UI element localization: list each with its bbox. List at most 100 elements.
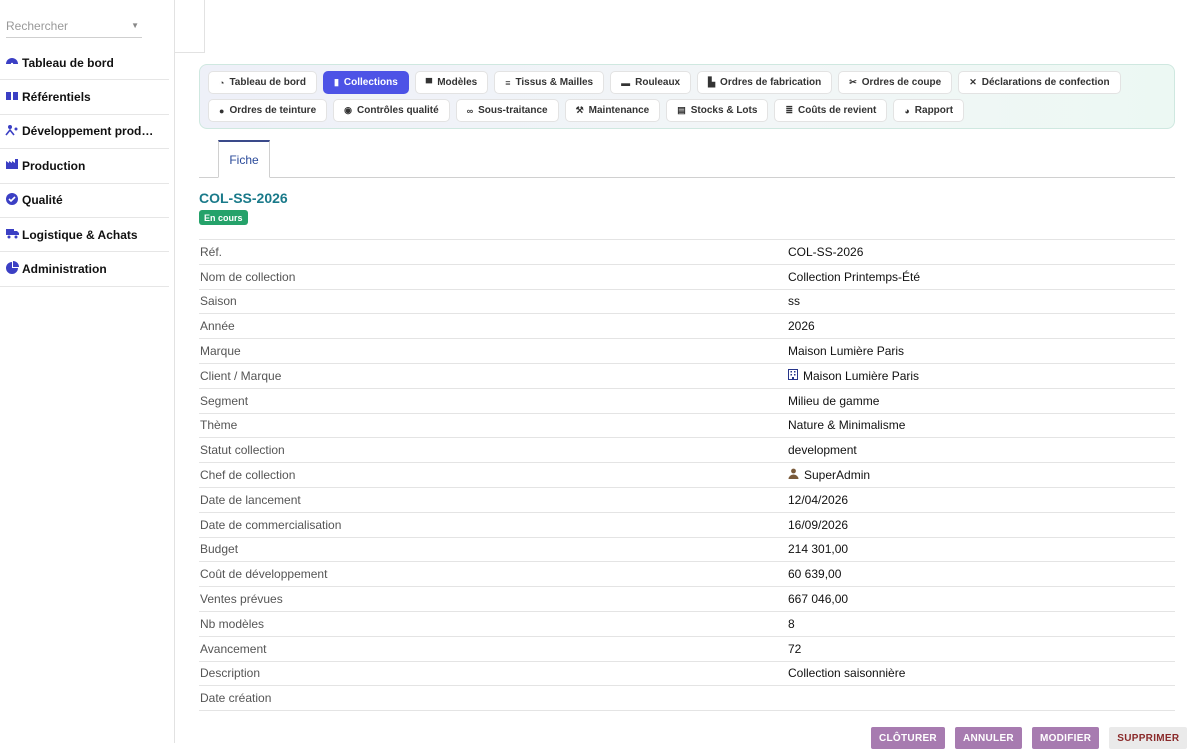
- sidebar-item-check-circle[interactable]: Qualité: [0, 184, 169, 218]
- tab-label: Rouleaux: [635, 77, 681, 88]
- table-row: Client / Marque Maison Lumière Paris: [199, 363, 1175, 388]
- factory-icon: [5, 157, 19, 174]
- tab-label: Ordres de fabrication: [720, 77, 822, 88]
- property-value: Maison Lumière Paris: [788, 344, 905, 359]
- book-icon: ▮: [333, 77, 339, 87]
- property-value: Collection saisonnière: [788, 666, 906, 681]
- property-label: Client / Marque: [200, 368, 282, 383]
- table-row: Année 2026: [199, 313, 1175, 339]
- tab-ordres-de-teinture[interactable]: ● Ordres de teinture: [208, 99, 328, 122]
- sidebar-item-truck[interactable]: Logistique & Achats: [0, 218, 169, 253]
- property-label: Budget: [200, 542, 239, 557]
- search-placeholder: Rechercher: [6, 18, 69, 33]
- people-icon: [5, 123, 19, 140]
- table-row: Date de commercialisation 16/09/2026: [199, 512, 1175, 537]
- table-row: Coût de développement 60 639,00: [199, 561, 1175, 587]
- properties-table: Réf. COL-SS-2026 Nom de collection Collecti…: [199, 239, 1175, 711]
- tab-stocks-lots[interactable]: ▤ Stocks & Lots: [666, 99, 769, 122]
- tab-modeles[interactable]: ▀ Modèles: [414, 71, 489, 94]
- tab-rapport[interactable]: ◕ Rapport: [893, 99, 965, 122]
- property-label: Ventes prévues: [200, 592, 283, 607]
- tab-label: Sous-traitance: [478, 105, 548, 116]
- table-row: Avancement 72: [199, 636, 1175, 661]
- tab-label: Tissus & Mailles: [515, 77, 594, 88]
- dashboard-icon: [5, 54, 19, 71]
- property-label: Statut collection: [200, 443, 285, 458]
- roll-icon: ▬: [621, 77, 631, 88]
- factory-icon: ▙: [708, 77, 716, 87]
- check-circle-icon: [5, 192, 19, 209]
- sidebar-item-factory[interactable]: Production: [0, 149, 169, 184]
- tab-label: Déclarations de confection: [981, 77, 1110, 88]
- property-value: Collection Printemps-Été: [788, 269, 921, 284]
- tab-label: Contrôles qualité: [357, 105, 439, 116]
- sidebar-item-label: Référentiels: [22, 90, 91, 105]
- tab-fiche[interactable]: Fiche: [218, 140, 270, 178]
- tab-couts-de-revient[interactable]: ≣ Coûts de revient: [774, 99, 888, 122]
- property-label: Date création: [200, 691, 272, 706]
- sidebar-item-dashboard[interactable]: Tableau de bord: [0, 46, 169, 81]
- cancel-button[interactable]: ANNULER: [954, 727, 1022, 749]
- property-label: Date de lancement: [200, 492, 301, 507]
- table-row: Segment Milieu de gamme: [199, 388, 1175, 413]
- property-value: Nature & Minimalisme: [788, 418, 906, 433]
- dashboard-icon: ◔: [219, 77, 225, 88]
- property-value: ss: [788, 294, 800, 309]
- property-value[interactable]: Maison Lumière Paris: [787, 363, 1175, 388]
- tab-tableau-de-bord[interactable]: ◔ Tableau de bord: [208, 71, 317, 94]
- coins-icon: ≣: [785, 105, 793, 115]
- tab-maintenance[interactable]: ⚒ Maintenance: [564, 99, 661, 122]
- sidebar: Rechercher ▼ Tableau de bord Référentiels…: [0, 0, 175, 743]
- status-badge: En cours: [199, 210, 248, 225]
- warehouse-icon: ▤: [677, 105, 686, 115]
- tab-label: Ordres de coupe: [861, 77, 942, 88]
- book-icon: [5, 89, 19, 106]
- property-link-text: SuperAdmin: [804, 468, 871, 483]
- table-row: Réf. COL-SS-2026: [199, 239, 1175, 265]
- sidebar-item-label: Qualité: [22, 193, 63, 208]
- handshake-icon: ∞: [466, 105, 474, 116]
- property-value[interactable]: SuperAdmin: [787, 463, 1175, 488]
- sidebar-item-label: Développement prod…: [22, 124, 154, 139]
- tab-controles-qualite[interactable]: ◉ Contrôles qualité: [333, 99, 450, 122]
- tab-sous-traitance[interactable]: ∞ Sous-traitance: [455, 99, 559, 122]
- tools-icon: ✕: [969, 77, 977, 87]
- chevron-down-icon: ▼: [131, 21, 139, 30]
- property-value: 2026: [788, 319, 815, 334]
- wrench-icon: ⚒: [575, 105, 584, 115]
- table-row: Chef de collection SuperAdmin: [199, 462, 1175, 488]
- building-icon: [788, 368, 798, 383]
- tab-declarations-de-confection[interactable]: ✕ Déclarations de confection: [958, 71, 1121, 94]
- tab-label: Ordres de teinture: [229, 105, 317, 116]
- property-value: 667 046,00: [788, 592, 849, 607]
- user-icon: [788, 468, 799, 482]
- edit-button[interactable]: MODIFIER: [1031, 727, 1100, 749]
- sidebar-item-people[interactable]: Développement prod…: [0, 115, 169, 150]
- property-value: 16/09/2026: [788, 517, 849, 532]
- search-select[interactable]: Rechercher ▼: [6, 14, 142, 38]
- tab-label: Maintenance: [588, 105, 650, 116]
- property-value: 8: [788, 616, 795, 631]
- action-bar: CLÔTURER ANNULER MODIFIER SUPPRIMER: [871, 727, 1188, 749]
- tab-tissus-mailles[interactable]: ≡ Tissus & Mailles: [494, 71, 605, 94]
- tab-ordres-de-fabrication[interactable]: ▙ Ordres de fabrication: [697, 71, 833, 94]
- property-value: 60 639,00: [788, 567, 842, 582]
- delete-button[interactable]: SUPPRIMER: [1109, 727, 1188, 749]
- tab-collections[interactable]: ▮ Collections: [322, 71, 409, 94]
- table-row: Statut collection development: [199, 437, 1175, 463]
- sidebar-menu: Tableau de bord Référentiels Développement…: [0, 46, 169, 287]
- property-label: Date de commercialisation: [200, 517, 342, 532]
- property-label: Nb modèles: [200, 616, 265, 631]
- tab-rouleaux[interactable]: ▬ Rouleaux: [610, 71, 692, 94]
- sidebar-item-pie-chart[interactable]: Administration: [0, 252, 169, 287]
- table-row: Date création: [199, 685, 1175, 711]
- top-bar-corner: [175, 0, 205, 53]
- close-record-button[interactable]: CLÔTURER: [871, 727, 945, 749]
- tab-ordres-de-coupe[interactable]: ✂ Ordres de coupe: [838, 71, 953, 94]
- table-row: Budget 214 301,00: [199, 537, 1175, 562]
- sidebar-item-book[interactable]: Référentiels: [0, 80, 169, 115]
- module-tabs-row-1: ◔ Tableau de bord ▮ Collections ▀ Modèles ≡ Tis…: [208, 71, 1166, 94]
- pie-chart-icon: ◕: [904, 105, 910, 116]
- property-label: Thème: [200, 418, 238, 433]
- truck-icon: [5, 226, 19, 243]
